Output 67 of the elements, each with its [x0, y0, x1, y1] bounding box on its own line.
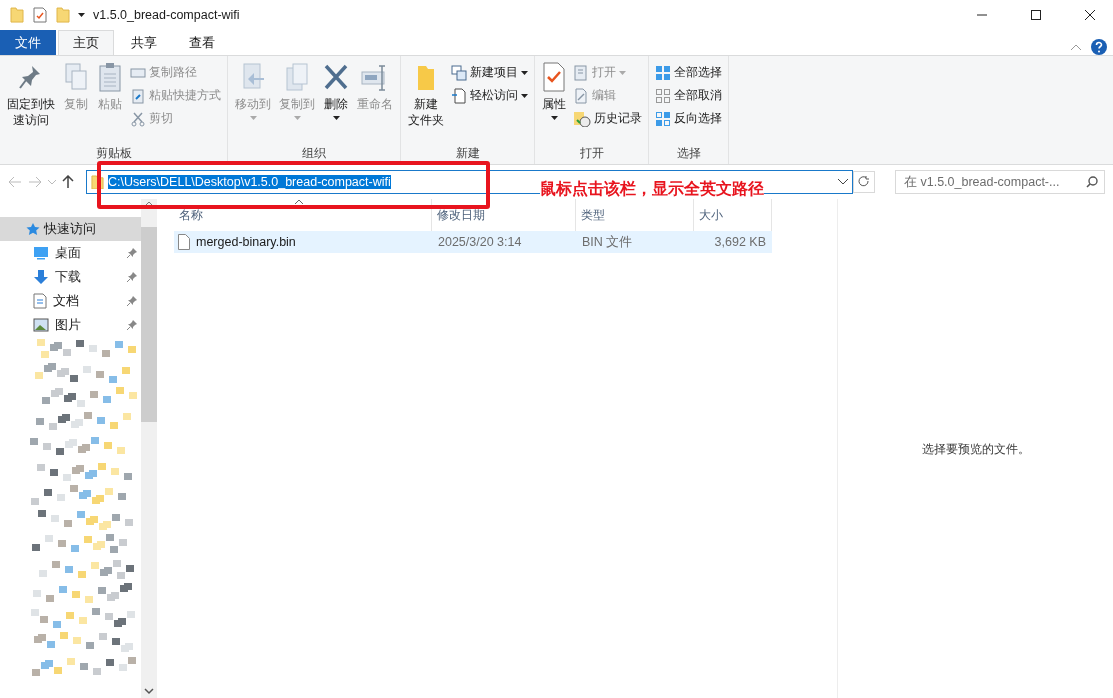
- shortcut-icon: [130, 87, 146, 104]
- group-label: 剪贴板: [94, 145, 133, 162]
- ribbon-button[interactable]: 属性: [539, 60, 569, 144]
- ribbon-button[interactable]: 新建 文件夹: [405, 60, 447, 144]
- search-icon: [1086, 176, 1098, 188]
- group-label: 新建: [454, 145, 481, 162]
- annotation-text: 鼠标点击该栏，显示全英文路径: [540, 181, 764, 197]
- forward-button[interactable]: [28, 176, 42, 188]
- quick-access-item[interactable]: 快速访问: [0, 217, 141, 241]
- back-button[interactable]: [8, 176, 22, 188]
- nav-item[interactable]: 文档: [0, 289, 141, 313]
- edit-icon: [573, 87, 589, 104]
- ribbon-button[interactable]: 轻松访问: [449, 85, 530, 106]
- copy-icon: [63, 62, 89, 92]
- group-label: 组织: [301, 145, 327, 162]
- preview-message: 选择要预览的文件。: [921, 440, 1030, 458]
- scrollbar[interactable]: [141, 199, 157, 698]
- star-icon: [26, 222, 40, 236]
- refresh-icon: [858, 176, 870, 188]
- ribbon-button[interactable]: 全部取消: [653, 85, 724, 106]
- nav-item[interactable]: 下载: [0, 265, 141, 289]
- ribbon-button[interactable]: 反向选择: [653, 108, 724, 129]
- history-icon: [573, 110, 591, 127]
- window-title: v1.5.0_bread-compact-wifi: [93, 8, 240, 22]
- grid-icon: [655, 87, 671, 104]
- move-icon: [240, 62, 266, 92]
- document-icon: [33, 293, 47, 309]
- clipboard-icon: [97, 62, 123, 92]
- document-icon: [451, 87, 467, 104]
- help-icon[interactable]: [1091, 39, 1107, 55]
- ribbon-tab[interactable]: 文件: [0, 30, 56, 55]
- close-icon: [1085, 10, 1095, 20]
- ribbon-button[interactable]: 固定到快 速访问: [4, 60, 58, 144]
- file-icon: [178, 234, 190, 250]
- ribbon-button[interactable]: 历史记录: [571, 108, 644, 129]
- caret-icon: [78, 13, 85, 17]
- scissors-icon: [130, 110, 146, 127]
- nav-item[interactable]: 图片: [0, 313, 141, 337]
- maximize-icon: [1031, 10, 1041, 20]
- ribbon-button[interactable]: 删除: [320, 60, 352, 144]
- image-icon: [33, 318, 49, 332]
- chevron-down-icon: [838, 179, 848, 185]
- grid-icon: [655, 64, 671, 81]
- refresh-button[interactable]: [853, 171, 875, 193]
- ribbon-button[interactable]: 全部选择: [653, 62, 724, 83]
- chevron-up-icon: [1071, 44, 1081, 50]
- folder-icon: [10, 6, 24, 24]
- grid-icon: [655, 110, 671, 127]
- checkmark-document-icon: [32, 7, 48, 23]
- folder-icon: [56, 6, 70, 24]
- history-dropdown[interactable]: [48, 179, 56, 185]
- open-icon: [573, 64, 589, 81]
- new-item-icon: [451, 64, 467, 81]
- ribbon-tab[interactable]: 主页: [58, 30, 114, 55]
- close-icon: [323, 62, 349, 92]
- down-arrow-icon: [33, 269, 49, 285]
- file-row[interactable]: merged-binary.bin 2025/3/20 3:14 BIN 文件 3,692 KB: [174, 231, 772, 253]
- group-label: 选择: [675, 145, 702, 162]
- nav-item[interactable]: 桌面: [0, 241, 141, 265]
- path-icon: [130, 66, 146, 79]
- search-field[interactable]: 在 v1.5.0_bread-compact-...: [895, 170, 1105, 194]
- group-label: 打开: [578, 145, 605, 162]
- monitor-icon: [33, 246, 49, 260]
- ribbon-button[interactable]: 新建项目: [449, 62, 530, 83]
- checkmark-document-icon: [542, 62, 566, 92]
- up-button[interactable]: [62, 175, 74, 189]
- copy-to-icon: [284, 62, 310, 92]
